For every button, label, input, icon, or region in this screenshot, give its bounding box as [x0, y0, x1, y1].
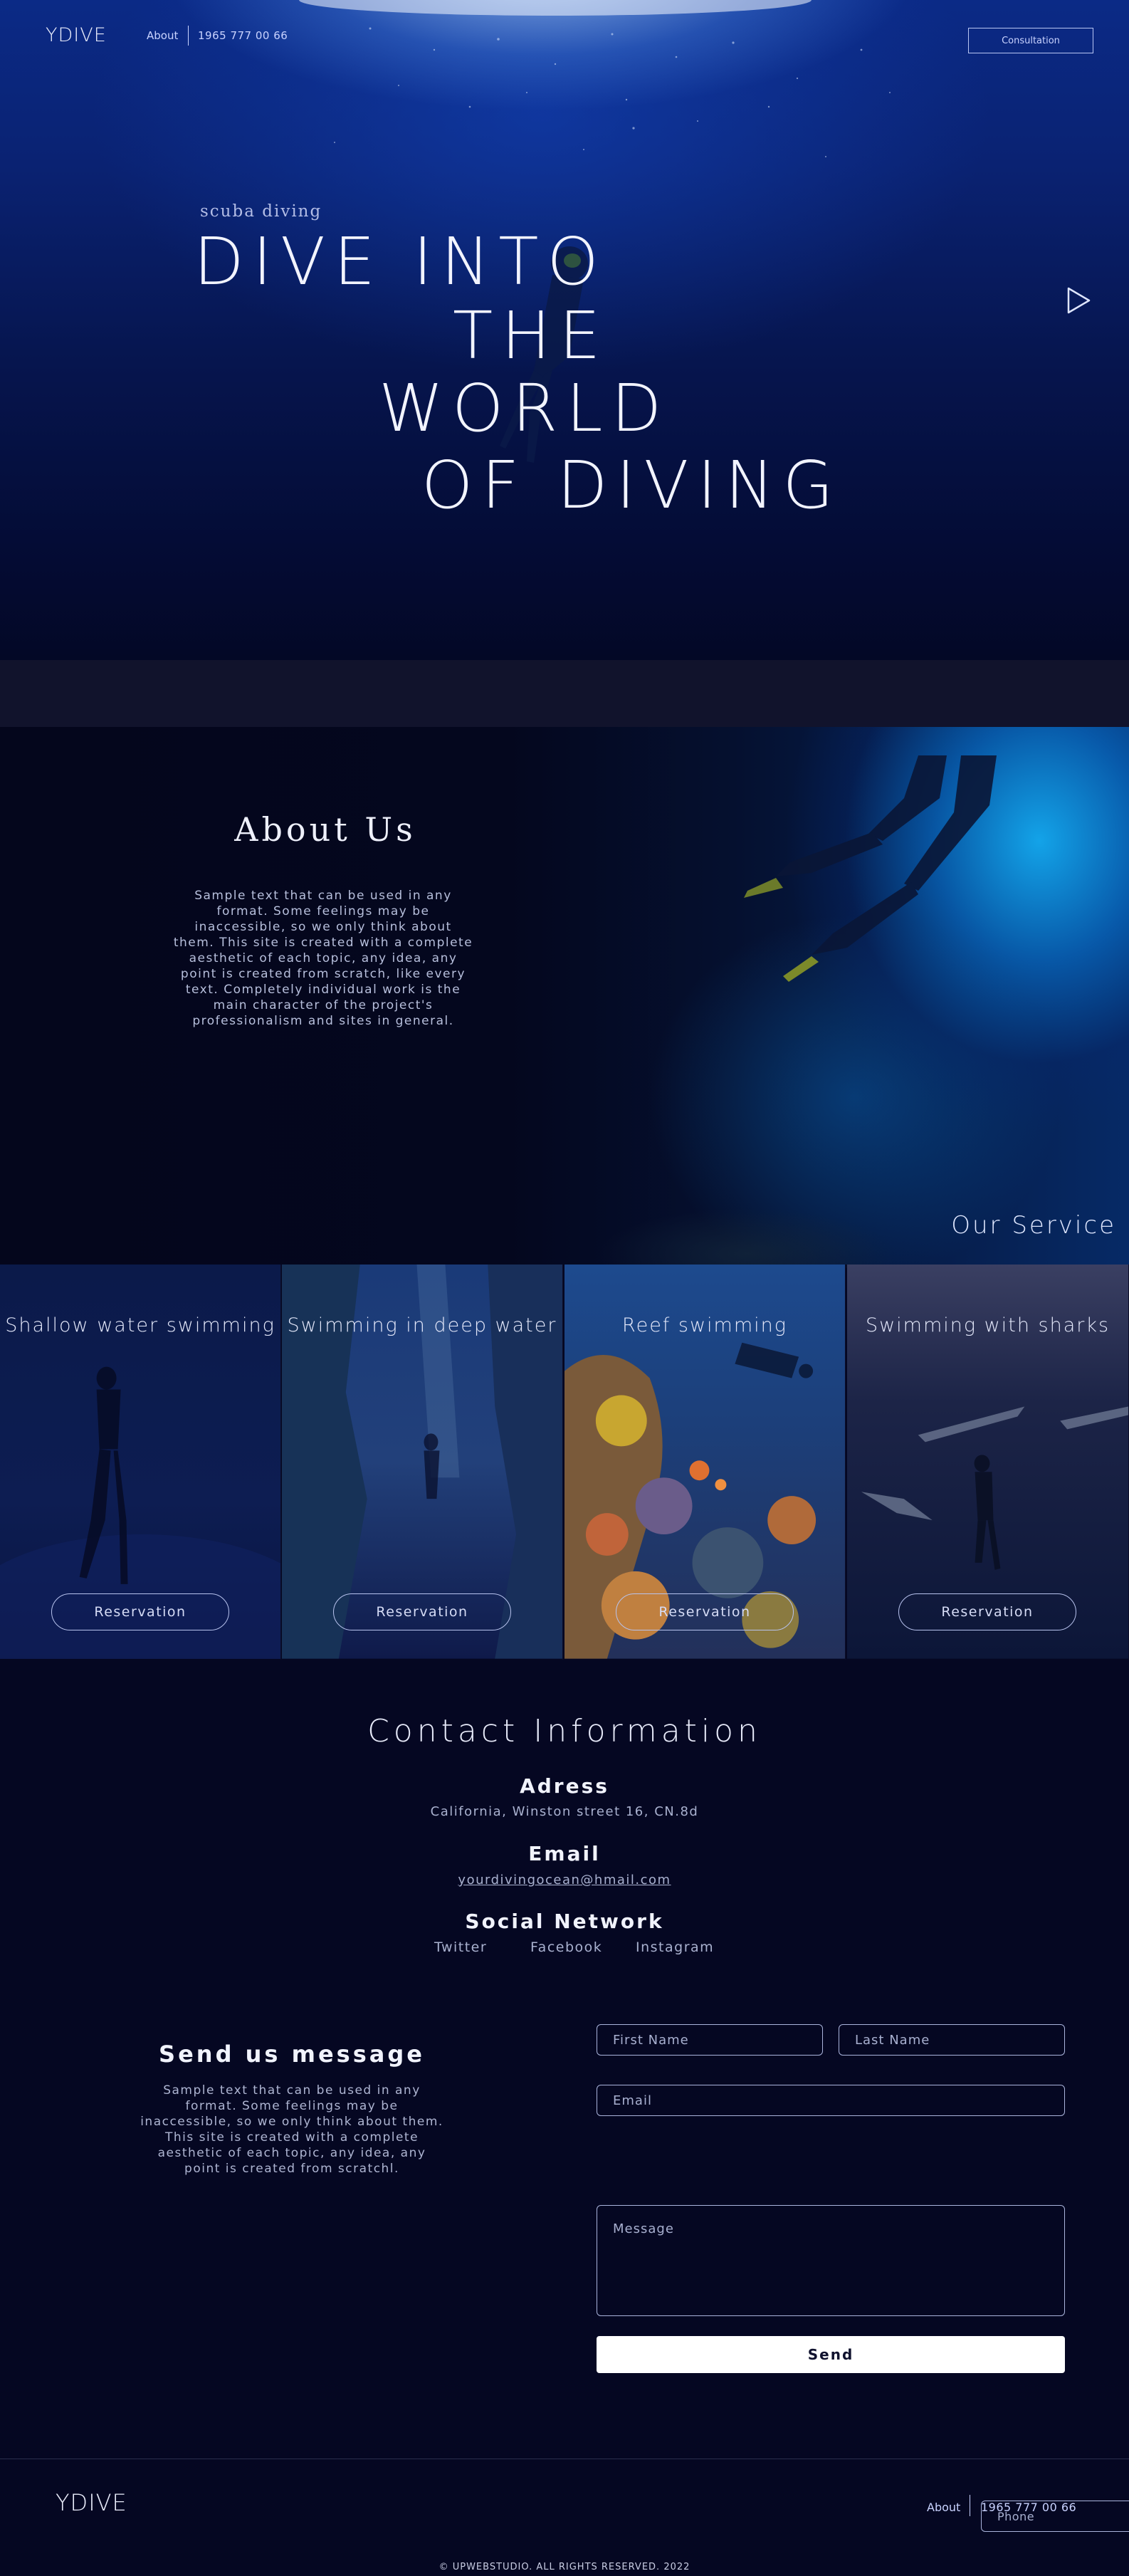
logo[interactable]: YDIVE: [46, 24, 107, 46]
address-heading: Adress: [520, 1774, 609, 1798]
reservation-button-shallow[interactable]: Reservation: [51, 1593, 229, 1630]
send-button[interactable]: Send: [597, 2336, 1065, 2373]
services-title: Our Service: [951, 1211, 1116, 1240]
copyright: © UPWEBSTUDIO. ALL RIGHTS RESERVED. 2022: [439, 2562, 690, 2572]
play-icon[interactable]: [1066, 286, 1091, 315]
hero-subtitle: scuba diving: [200, 202, 322, 221]
landing-page: YDIVE About 1965 777 00 66 Consultation …: [0, 0, 1129, 2576]
service-title-reef: Reef swimming: [622, 1314, 787, 1336]
service-card-shallow: Shallow water swimming Reservation: [0, 1265, 281, 1660]
email-link[interactable]: yourdivingocean@hmail.com: [0, 1873, 1129, 1888]
reservation-button-reef[interactable]: Reservation: [616, 1593, 794, 1630]
nav-divider: [188, 26, 189, 46]
hero-title-line-4: OF DIVING: [421, 447, 842, 523]
footer-logo[interactable]: YDIVE: [56, 2489, 127, 2516]
services-grid: Shallow water swimming Reservation Swimm…: [0, 1265, 1129, 1660]
last-name-field[interactable]: [839, 2024, 1065, 2056]
nav-about-link[interactable]: About: [147, 29, 178, 42]
social-link-twitter[interactable]: Twitter: [434, 1939, 487, 1955]
service-title-deep: Swimming in deep water: [287, 1314, 557, 1336]
hero-title-line-3: WORLD: [379, 370, 671, 446]
nav-phone-link[interactable]: 1965 777 00 66: [198, 29, 288, 42]
send-message-text: Sample text that can be used in any form…: [140, 2083, 443, 2176]
message-field[interactable]: [597, 2205, 1065, 2316]
reef-shadow: [569, 1154, 925, 1268]
consultation-button[interactable]: Consultation: [968, 28, 1093, 53]
about-section: About Us Sample text that can be used in…: [0, 727, 1129, 1268]
email-heading: Email: [528, 1842, 601, 1865]
divider-band: [0, 660, 1129, 727]
social-link-facebook[interactable]: Facebook: [530, 1939, 602, 1955]
address-value: California, Winston street 16, CN.8d: [430, 1804, 699, 1819]
hero-section: YDIVE About 1965 777 00 66 Consultation …: [0, 0, 1129, 660]
footer-about-link[interactable]: About: [927, 2501, 960, 2514]
social-link-instagram[interactable]: Instagram: [636, 1939, 714, 1955]
about-text: Sample text that can be used in any form…: [173, 889, 473, 1028]
contact-title: Contact Information: [367, 1713, 762, 1749]
hero-title-line-2: THE: [453, 298, 609, 374]
about-title: About Us: [234, 810, 416, 849]
swimmer-image: [744, 755, 997, 982]
first-name-field[interactable]: [597, 2024, 823, 2056]
email-field[interactable]: [597, 2085, 1065, 2116]
service-title-shallow: Shallow water swimming: [5, 1314, 275, 1336]
service-card-sharks: Swimming with sharks Reservation: [847, 1265, 1129, 1660]
top-nav: YDIVE About 1965 777 00 66 Consultation: [0, 20, 1129, 53]
send-message-title: Send us message: [159, 2041, 425, 2068]
reservation-button-sharks[interactable]: Reservation: [898, 1593, 1076, 1630]
social-heading: Social Network: [465, 1910, 664, 1933]
hero-title-line-1: DIVE INTO: [194, 224, 607, 300]
reservation-button-deep[interactable]: Reservation: [333, 1593, 511, 1630]
footer-phone-link[interactable]: 1965 777 00 66: [981, 2501, 1129, 2532]
service-card-deep: Swimming in deep water Reservation: [282, 1265, 563, 1660]
service-card-reef: Reef swimming Reservation: [564, 1265, 846, 1660]
service-title-sharks: Swimming with sharks: [865, 1314, 1110, 1336]
